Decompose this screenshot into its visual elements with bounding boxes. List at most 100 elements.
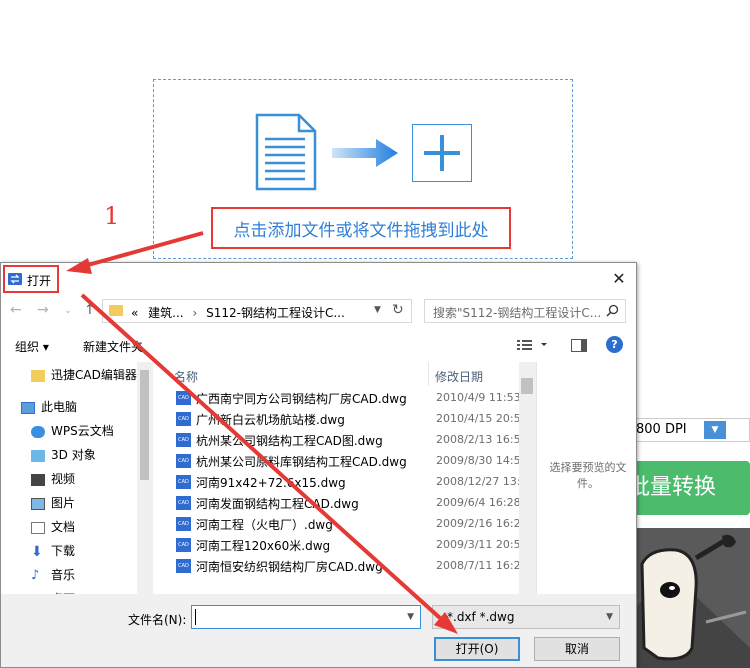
- dpi-select[interactable]: 800 DPI ▼: [632, 418, 750, 442]
- nav-item-3d-objects[interactable]: 3D 对象: [31, 444, 96, 466]
- nav-item-this-pc[interactable]: 此电脑: [21, 396, 77, 418]
- file-row[interactable]: CAD 河南发面钢结构工程CAD.dwg 2009/6/4 16:28: [174, 493, 524, 514]
- preview-pane: 选择要预览的文件。: [536, 362, 636, 594]
- dialog-title-highlight: 打开: [3, 265, 59, 293]
- open-button[interactable]: 打开(O): [434, 637, 520, 661]
- file-type-value: *.dxf *.dwg: [447, 610, 515, 624]
- computer-icon: [21, 401, 35, 414]
- file-modified-date: 2009/8/30 14:51: [436, 454, 524, 467]
- forward-arrow-icon[interactable]: →: [37, 302, 49, 318]
- nav-item-pictures[interactable]: 图片: [31, 492, 75, 514]
- chevron-down-icon[interactable]: ▼: [407, 612, 414, 622]
- file-modified-date: 2010/4/9 11:53: [436, 391, 521, 404]
- view-options-icon[interactable]: [517, 339, 551, 354]
- nav-item-videos[interactable]: 视频: [31, 468, 75, 490]
- nav-item-downloads[interactable]: ⬇ 下载: [31, 540, 75, 562]
- breadcrumb-separator-icon: ›: [192, 306, 198, 320]
- address-bar[interactable]: « 建筑... › S112-钢结构工程设计C... ▼ ↻: [102, 299, 412, 323]
- nav-item-label: 3D 对象: [51, 448, 96, 462]
- app-icon: [8, 272, 22, 289]
- close-icon: ✕: [612, 269, 626, 288]
- refresh-icon[interactable]: ↻: [392, 302, 404, 318]
- batch-convert-button[interactable]: 批量转换: [622, 461, 750, 515]
- address-dropdown-icon[interactable]: ▼: [374, 305, 381, 315]
- cad-file-icon: CAD: [176, 496, 191, 510]
- download-icon: ⬇: [31, 543, 43, 560]
- file-row[interactable]: CAD 杭州某公司钢结构工程CAD图.dwg 2008/2/13 16:52: [174, 430, 524, 451]
- file-row[interactable]: CAD 杭州某公司原料库钢结构工程CAD.dwg 2009/8/30 14:51: [174, 451, 524, 472]
- nav-scrollbar[interactable]: [137, 362, 153, 594]
- search-input[interactable]: 搜索"S112-钢结构工程设计C...: [424, 299, 626, 323]
- column-divider[interactable]: [428, 362, 429, 386]
- file-type-select[interactable]: *.dxf *.dwg ▼: [432, 605, 620, 629]
- file-row[interactable]: CAD 河南恒安纺织钢结构厂房CAD.dwg 2008/7/11 16:20: [174, 556, 524, 577]
- cad-file-icon: CAD: [176, 475, 191, 489]
- breadcrumb-segment[interactable]: S112-钢结构工程设计C...: [206, 306, 345, 320]
- organize-menu[interactable]: 组织 ▾: [15, 338, 49, 355]
- nav-item-cad-editor[interactable]: 迅捷CAD编辑器: [31, 364, 137, 386]
- dialog-titlebar[interactable]: 打开 ✕: [1, 263, 636, 295]
- folder-icon: [109, 305, 123, 316]
- cad-file-icon: CAD: [176, 559, 191, 573]
- upload-prompt-highlight[interactable]: 点击添加文件或将文件拖拽到此处: [211, 207, 511, 249]
- filename-field[interactable]: ▼: [191, 605, 421, 629]
- dialog-toolbar: 组织 ▾ 新建文件夹 ?: [1, 330, 636, 362]
- file-modified-date: 2010/4/15 20:51: [436, 412, 524, 425]
- dpi-value: 800 DPI: [636, 422, 687, 437]
- file-modified-date: 2008/7/11 16:20: [436, 559, 524, 572]
- file-row[interactable]: CAD 河南91x42+72.6x15.dwg 2008/12/27 13:20: [174, 472, 524, 493]
- navigation-bar: ← → ⌄ ↑ « 建筑... › S112-钢结构工程设计C... ▼ ↻ 搜…: [1, 297, 636, 327]
- file-row[interactable]: CAD 河南工程（火电厂）.dwg 2009/2/16 16:22: [174, 514, 524, 535]
- cad-file-icon: CAD: [176, 412, 191, 426]
- column-header-name[interactable]: 名称: [174, 368, 198, 385]
- file-name: 河南恒安纺织钢结构厂房CAD.dwg: [196, 560, 383, 574]
- file-list-scrollbar[interactable]: [519, 362, 536, 594]
- nav-item-label: 迅捷CAD编辑器: [51, 368, 137, 382]
- cancel-button[interactable]: 取消: [534, 637, 620, 661]
- nav-item-wps-cloud[interactable]: WPS云文档: [31, 420, 114, 442]
- filename-label: 文件名(N):: [128, 613, 187, 627]
- file-row[interactable]: CAD 广州新白云机场航站楼.dwg 2010/4/15 20:51: [174, 409, 524, 430]
- cube-icon: [31, 449, 45, 462]
- file-scroll-thumb[interactable]: [521, 378, 533, 394]
- file-modified-date: 2008/2/13 16:52: [436, 433, 524, 446]
- chevron-down-icon[interactable]: ▼: [704, 421, 726, 439]
- recent-chevron-icon[interactable]: ⌄: [64, 306, 72, 316]
- open-file-dialog: 打开 ✕ ← → ⌄ ↑ « 建筑... › S112-钢结构工程设计C... …: [0, 262, 637, 668]
- video-icon: [31, 473, 45, 486]
- cloud-icon: [31, 425, 45, 438]
- navigation-pane: 迅捷CAD编辑器 此电脑 WPS云文档 3D 对象 视频 图片 文档 ⬇ 下载 ♪…: [1, 362, 153, 594]
- back-arrow-icon[interactable]: ←: [10, 302, 22, 318]
- file-name: 广西南宁同方公司钢结构厂房CAD.dwg: [196, 392, 407, 406]
- picture-icon: [31, 497, 45, 510]
- file-name: 河南发面钢结构工程CAD.dwg: [196, 497, 359, 511]
- file-name: 杭州某公司原料库钢结构工程CAD.dwg: [196, 455, 407, 469]
- help-icon[interactable]: ?: [606, 336, 623, 353]
- add-file-icon[interactable]: [412, 124, 472, 182]
- nav-scroll-thumb[interactable]: [140, 370, 149, 480]
- preview-pane-icon[interactable]: [571, 339, 587, 355]
- up-arrow-icon[interactable]: ↑: [84, 302, 96, 318]
- nav-item-label: 下载: [51, 544, 76, 558]
- file-name: 河南工程120x60米.dwg: [196, 539, 331, 553]
- file-row[interactable]: CAD 广西南宁同方公司钢结构厂房CAD.dwg 2010/4/9 11:53: [174, 388, 524, 409]
- nav-item-documents[interactable]: 文档: [31, 516, 75, 538]
- close-button[interactable]: ✕: [608, 268, 630, 290]
- chevron-down-icon[interactable]: ▼: [606, 612, 613, 622]
- new-folder-button[interactable]: 新建文件夹: [83, 338, 143, 355]
- nav-item-music[interactable]: ♪ 音乐: [31, 564, 75, 586]
- breadcrumb-segment[interactable]: 建筑...: [148, 306, 183, 320]
- annotation-step-1: 1: [104, 202, 120, 230]
- file-modified-date: 2009/3/11 20:53: [436, 538, 524, 551]
- nav-item-label: 文档: [51, 520, 76, 534]
- file-modified-date: 2009/2/16 16:22: [436, 517, 524, 530]
- nav-item-label: WPS云文档: [51, 424, 114, 438]
- file-list: ^ 名称 修改日期 CAD 广西南宁同方公司钢结构厂房CAD.dwg 2010/4/…: [166, 362, 536, 594]
- file-row[interactable]: CAD 河南工程120x60米.dwg 2009/3/11 20:53: [174, 535, 524, 556]
- search-icon: [606, 304, 619, 320]
- nav-item-label: 音乐: [51, 568, 76, 582]
- sort-indicator-icon: ^: [296, 362, 304, 368]
- cad-file-icon: CAD: [176, 517, 191, 531]
- column-header-modified[interactable]: 修改日期: [435, 368, 483, 385]
- breadcrumb-overflow[interactable]: «: [131, 306, 138, 320]
